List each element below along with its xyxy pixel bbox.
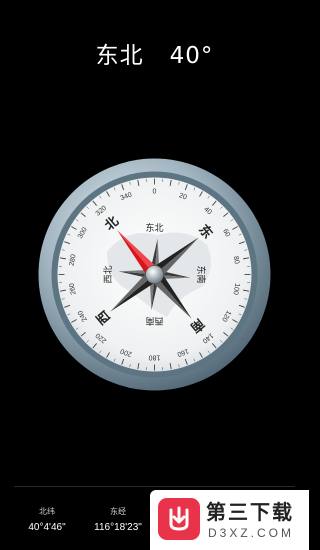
heading-degrees: 40°	[169, 43, 214, 69]
watermark: 第三下载 D3XZ.COM	[150, 490, 309, 550]
latitude-readout: 北纬 40°4'46"	[7, 506, 87, 533]
direction-label: 东南	[195, 265, 207, 283]
compass-dial: 0 20 40 60 80 100 120 140 160 180 200 220 240 260 280 3…	[37, 157, 272, 392]
download-logo-icon	[158, 498, 200, 540]
compass-hub	[145, 265, 164, 284]
latitude-label: 北纬	[39, 507, 55, 516]
direction-label: 东北	[145, 222, 163, 234]
watermark-subtitle: D3XZ.COM	[208, 526, 295, 540]
heading-readout: 东北 40°	[0, 36, 309, 70]
degree-label: 0	[153, 188, 157, 195]
direction-label: 西南	[145, 315, 163, 327]
watermark-title: 第三下载	[206, 500, 294, 524]
direction-label: 西北	[103, 265, 114, 283]
bottom-divider	[14, 486, 295, 487]
degree-label: 180	[149, 354, 161, 361]
longitude-label: 东经	[110, 507, 126, 516]
longitude-value: 116°18'23"	[94, 522, 142, 533]
degree-label: 80	[232, 256, 240, 265]
heading-direction: 东北	[95, 43, 144, 69]
longitude-readout: 东经 116°18'23"	[78, 506, 158, 533]
compass-svg: 0204060801001201401601802002202402602803…	[38, 158, 271, 391]
latitude-value: 40°4'46"	[28, 522, 66, 533]
